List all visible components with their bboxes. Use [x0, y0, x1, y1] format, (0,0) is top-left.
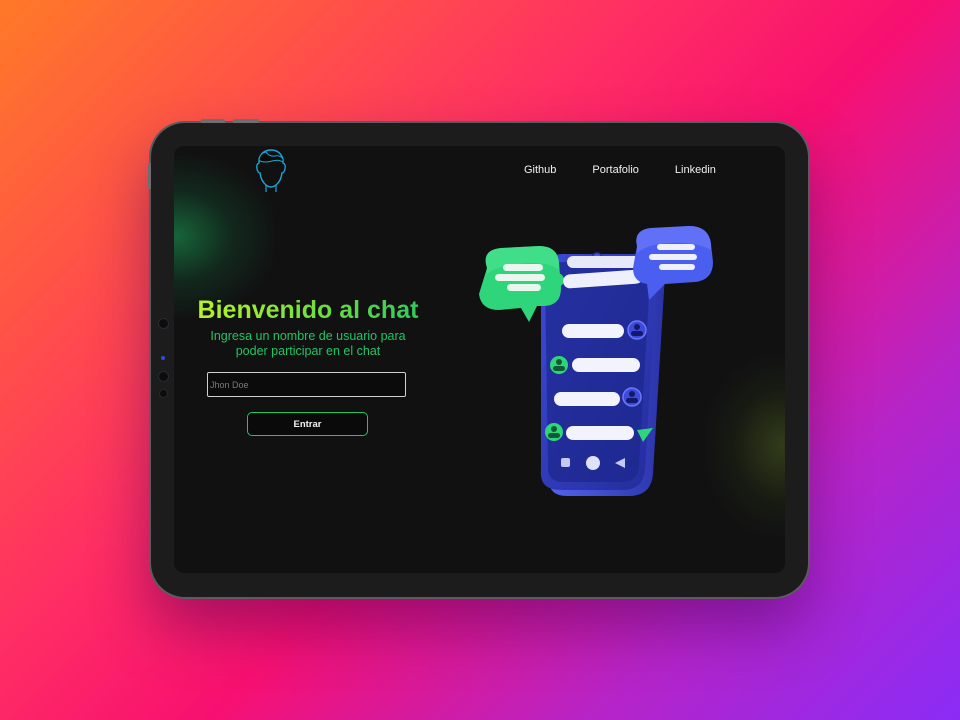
tablet-camera-icon — [158, 318, 169, 329]
tablet-sensor-icon — [161, 356, 165, 360]
tablet-volume-button — [233, 119, 259, 123]
nav-link-linkedin[interactable]: Linkedin — [675, 164, 716, 180]
page-title: Bienvenido al chat — [174, 296, 442, 325]
nav-link-portafolio[interactable]: Portafolio — [592, 164, 638, 180]
username-input[interactable] — [207, 372, 406, 397]
chat-phone-illustration — [479, 226, 713, 496]
top-navigation: Github Portafolio Linkedin — [524, 164, 716, 180]
background-glow-right — [705, 356, 785, 536]
app-screen: Github Portafolio Linkedin Bienvenido al… — [174, 146, 785, 573]
user-face-outline-icon[interactable] — [252, 147, 290, 193]
tablet-device-frame: Github Portafolio Linkedin Bienvenido al… — [148, 119, 808, 597]
tablet-camera-icon — [159, 389, 168, 398]
tablet-power-button — [148, 163, 151, 189]
page-subtitle: Ingresa un nombre de usuario para poder … — [210, 329, 406, 358]
nav-link-github[interactable]: Github — [524, 164, 556, 180]
tablet-camera-icon — [158, 371, 169, 382]
enter-button[interactable]: Entrar — [247, 412, 368, 436]
tablet-volume-button — [201, 119, 225, 123]
